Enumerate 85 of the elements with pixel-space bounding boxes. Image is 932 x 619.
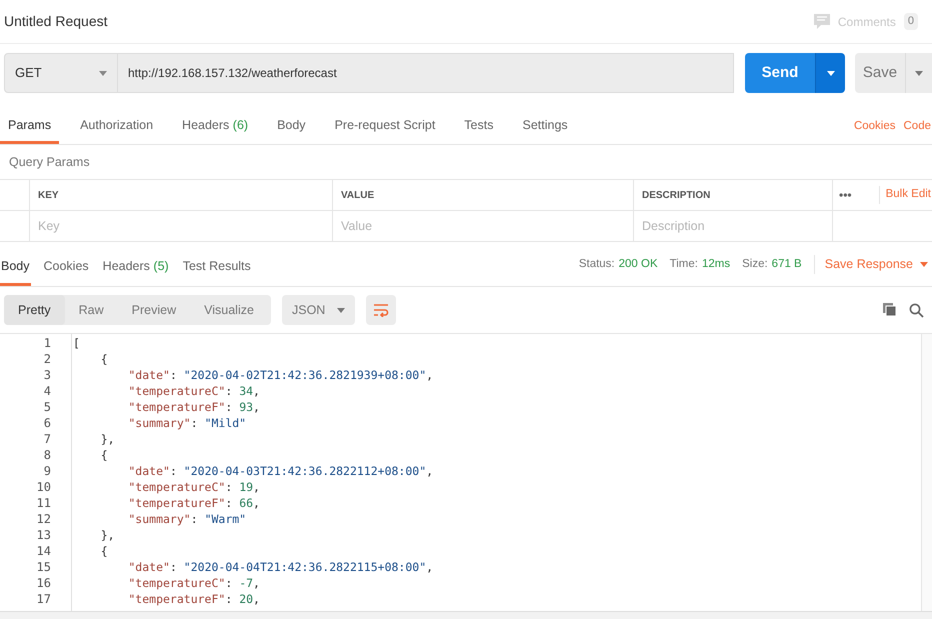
line-number: 16 [36,575,52,591]
view-mode-tab[interactable]: Preview [118,295,190,325]
line-number: 10 [36,479,52,495]
section-title: Query Params [8,154,91,171]
line-number: 1 [42,335,52,351]
request-tab[interactable]: Body [269,109,314,144]
comments-count: 0 [904,13,918,30]
link[interactable]: Cookies [854,118,896,136]
more-options-button[interactable]: ••• [839,186,852,204]
column-header: KEY [38,188,59,202]
caret-icon [337,308,345,312]
meta-value: 671 B [772,256,802,272]
line-number: 11 [36,495,52,511]
view-mode-tab[interactable]: Pretty [4,295,65,325]
line-number: 15 [36,559,52,575]
code-line: "temperatureF": 20, [127,591,261,607]
request-tab[interactable]: Params [0,109,60,144]
meta-value: 12ms [702,256,730,272]
wrap-lines-icon[interactable] [373,303,389,317]
response-tab[interactable]: Test Results [182,249,252,286]
column-header: DESCRIPTION [642,188,710,202]
line-number: 9 [42,463,52,479]
request-tab[interactable]: Tests [456,109,502,144]
bulk-edit-link[interactable]: Bulk Edit [878,186,932,204]
request-title: Untitled Request [4,12,108,31]
code-line: "summary": "Warm" [127,511,248,527]
code-line: }, [100,431,116,447]
send-button[interactable]: Send [745,53,815,93]
input-field[interactable]: Description [634,211,832,241]
code-line: "temperatureC": 19, [127,479,261,495]
input-field[interactable]: Key [30,211,332,241]
code-line: "date": "2020-04-02T21:42:36.2821939+08:00", [127,367,434,383]
line-number: 17 [36,591,52,607]
meta-label: Time: [670,256,698,272]
line-number: 7 [42,431,52,447]
comment-icon [814,14,830,29]
meta-label: Status: [578,256,615,272]
request-tab[interactable]: Headers (6) [174,109,256,144]
line-number: 2 [42,351,52,367]
link[interactable]: Code [904,118,931,136]
code-line: "temperatureF": 66, [127,495,261,511]
line-number: 5 [42,399,52,415]
line-number: 8 [42,447,52,463]
code-line: [ [73,335,81,351]
code-line: "date": "2020-04-04T21:42:36.2822115+08:00", [127,559,434,575]
request-tab[interactable]: Pre-request Script [326,109,444,144]
line-number: 14 [36,543,52,559]
response-tab[interactable]: Headers (5) [102,249,170,286]
input-field[interactable]: Value [333,211,633,241]
code-line: { [100,351,109,367]
line-number: 6 [42,415,52,431]
column-header: VALUE [341,188,374,202]
code-line: "temperatureF": 93, [127,399,261,415]
view-mode-tab[interactable]: Visualize [190,295,268,325]
url-field[interactable]: http://192.168.157.132/weatherforecast [118,53,734,93]
line-number: 4 [42,383,52,399]
search-icon[interactable] [909,302,924,318]
caret-icon [915,70,923,76]
code-line: { [100,543,109,559]
code-line: { [100,447,109,463]
save-button[interactable]: Save [855,53,905,93]
meta-value: 200 OK [618,256,658,272]
copy-icon[interactable] [883,303,897,317]
scrollbar[interactable] [921,334,932,611]
code-line: "date": "2020-04-03T21:42:36.2822112+08:00", [127,463,434,479]
code-line: "temperatureC": -7, [127,575,261,591]
line-number: 12 [36,511,52,527]
code-line: "summary": "Mild" [127,415,248,431]
format-select[interactable]: JSON [282,295,355,325]
save-response-button[interactable]: Save Response [814,255,932,274]
send-dropdown-button[interactable] [815,53,845,93]
request-tab[interactable]: Authorization [72,109,162,144]
caret-icon [920,262,928,267]
code-line: }, [100,527,116,543]
method-select[interactable]: GET [4,53,118,93]
line-number: 3 [42,367,52,383]
response-tab[interactable]: Body [0,249,30,286]
view-mode-tab[interactable]: Raw [64,295,118,325]
response-tab[interactable]: Cookies [42,249,90,286]
line-number: 13 [36,527,52,543]
request-tab[interactable]: Settings [514,109,576,144]
meta-label: Size: [742,256,768,272]
caret-icon [99,70,107,76]
code-line: "temperatureC": 34, [127,383,261,399]
caret-icon [826,70,834,76]
